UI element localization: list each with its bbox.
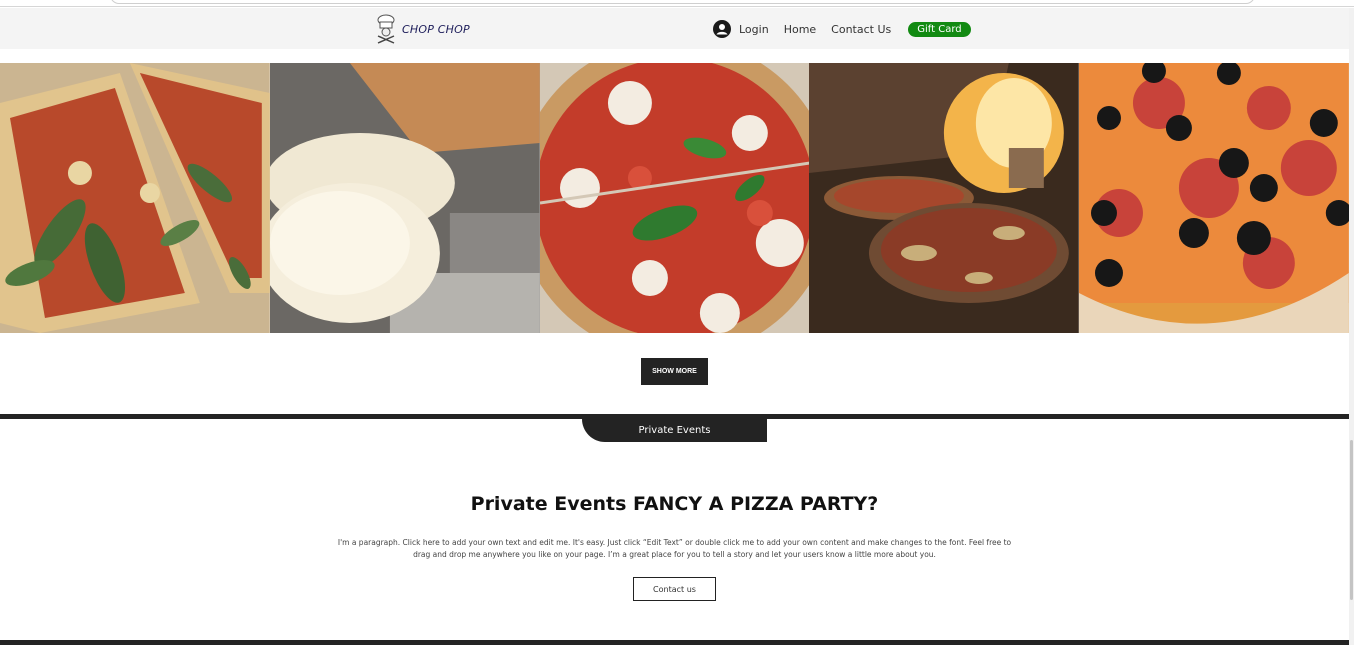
contact-us-button[interactable]: Contact us (633, 577, 716, 601)
pizza-gallery (0, 63, 1349, 333)
site-logo[interactable]: CHOP CHOP (374, 14, 470, 44)
show-more-button[interactable]: SHOW MORE (641, 358, 708, 385)
nav-login[interactable]: Login (739, 23, 769, 36)
pepperoni-olive-pizza-icon (1079, 63, 1349, 333)
nav-contact-us[interactable]: Contact Us (831, 23, 891, 36)
private-events-tab[interactable]: Private Events (582, 419, 767, 442)
page-scrollbar-thumb[interactable] (1350, 440, 1353, 600)
chef-logo-icon (377, 14, 395, 44)
basil-pizza-slices-icon (0, 63, 270, 333)
gallery-image-margherita[interactable] (539, 63, 810, 333)
gallery-image-oven[interactable] (809, 63, 1080, 333)
gallery-image-basil-pizza[interactable] (0, 63, 270, 333)
pizza-dough-icon (269, 63, 540, 333)
user-account-icon[interactable] (713, 20, 731, 38)
private-events-paragraph: I'm a paragraph. Click here to add your … (337, 538, 1012, 559)
nav-home[interactable]: Home (784, 23, 816, 36)
margherita-pizza-icon (539, 63, 810, 333)
site-header: CHOP CHOP Login Home Contact Us Gift Car… (0, 8, 1349, 49)
browser-chrome-edge (0, 0, 1354, 7)
gallery-image-pepperoni[interactable] (1079, 63, 1349, 333)
gift-card-button[interactable]: Gift Card (908, 21, 971, 37)
logo-text: CHOP CHOP (402, 22, 470, 36)
gallery-image-dough[interactable] (269, 63, 540, 333)
main-nav: Login Home Contact Us Gift Card (713, 19, 971, 39)
wood-fired-oven-pizza-icon (809, 63, 1080, 333)
footer-divider (0, 640, 1349, 645)
address-bar-edge (110, 0, 1255, 4)
private-events-heading: Private Events FANCY A PIZZA PARTY? (470, 493, 879, 515)
